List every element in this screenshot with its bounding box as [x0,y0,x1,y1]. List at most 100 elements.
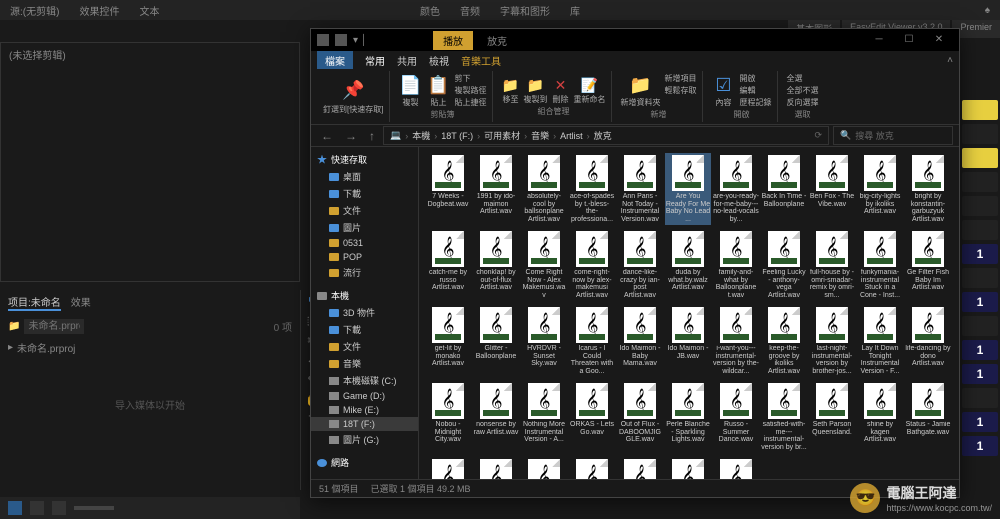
properties-icon[interactable]: ☑ [711,73,735,97]
file-item[interactable]: 𝄞The Bounce - Ben Fox.wav [521,457,567,479]
nav-pane[interactable]: 快速存取 桌面 下載 文件 圖片 0531 POP 流行 本機 3D 物件 下載… [311,147,419,479]
file-item[interactable]: 𝄞Ido Maimon - Baby Mama.wav [617,305,663,377]
file-item[interactable]: 𝄞dance-like-crazy by ian-post Artlist.wa… [617,229,663,301]
file-item[interactable]: 𝄞Steve Poloni - Zombie Funk.wav [425,457,471,479]
rename-icon[interactable]: 📝 [580,76,598,94]
thumb[interactable]: 1 [962,340,998,360]
ribbon-share[interactable]: 共用 [397,53,417,68]
file-item[interactable]: 𝄞Tell Me All The Lies Instrumental Versi… [473,457,519,479]
file-item[interactable]: 𝄞big-city-lights by ikoliks Artlist.wav [857,153,903,225]
context-tab[interactable]: 播放 [433,31,473,50]
nav-this-pc[interactable]: 本機 [311,287,418,304]
open-button[interactable]: 開啟 [739,73,771,84]
nav-item[interactable]: 桌面 [311,168,418,185]
effects-tab[interactable]: 效果 [71,294,91,311]
easyaccess-button[interactable]: 輕鬆存取 [664,85,696,96]
freeform-view-icon[interactable] [52,501,66,515]
nav-item[interactable]: 音樂 [311,355,418,372]
file-item[interactable]: 𝄞Nothing More Instrumental Version - A..… [521,381,567,453]
ribbon-collapse-icon[interactable]: ˄ [947,55,953,66]
file-item[interactable]: 𝄞Russo - Summer Dance.wav [713,381,759,453]
copy-icon[interactable]: 📄 [398,73,422,97]
nav-item[interactable]: 下載 [311,321,418,338]
file-item[interactable]: 𝄞Are You Ready For Me Baby No Lead ... [665,153,711,225]
file-item[interactable]: 𝄞i-want-you---instrumental-version by th… [713,305,759,377]
file-item[interactable]: 𝄞funkymania-instrumental Stuck in a Cone… [857,229,903,301]
nav-drive[interactable]: Game (D:) [311,389,418,403]
file-item[interactable]: 𝄞Ann Paris - Not Today - Instrumental Ve… [617,153,663,225]
close-button[interactable]: ✕ [925,31,953,49]
effects-controls-tab[interactable]: 效果控件 [79,3,119,18]
file-item[interactable]: 𝄞keep-the-groove by ikoliks Artlist.wav [761,305,807,377]
forward-button[interactable]: → [341,129,361,143]
nav-drive[interactable]: Mike (E:) [311,403,418,417]
file-item[interactable]: 𝄞Nobou - Midnight City.wav [425,381,471,453]
project-search[interactable] [24,319,84,334]
ribbon-view[interactable]: 檢視 [429,53,449,68]
nav-drive[interactable]: 本機磁碟 (C:) [311,372,418,389]
thumb[interactable]: 1 [962,412,998,432]
file-item[interactable]: 𝄞we-are-good-now by alex-makem [713,457,759,479]
back-button[interactable]: ← [317,129,337,143]
thumb[interactable] [962,268,998,288]
nav-item[interactable]: 0531 [311,236,418,250]
nav-quick-access[interactable]: 快速存取 [311,151,418,168]
file-item[interactable]: 𝄞full-house by -omri-smadar-remix by omr… [809,229,855,301]
moveto-icon[interactable]: 📁 [501,76,519,94]
source-tab[interactable]: 源:(无剪辑) [10,3,59,18]
copyto-icon[interactable]: 📁 [526,76,544,94]
file-item[interactable]: 𝄞Top Gun Disco - John Coggins.wav [569,457,615,479]
file-item[interactable]: 𝄞bright by konstantin-garbuzyuk Artlist.… [905,153,951,225]
selectnone-button[interactable]: 全部不選 [786,85,818,96]
pasteshortcut-button[interactable]: 貼上捷徑 [454,97,486,108]
file-item[interactable]: 𝄞Ge Filter Fish Baby Im Artlist.wav [905,229,951,301]
file-item[interactable]: 𝄞HVRDVR - Sunset Sky.wav [521,305,567,377]
zoom-slider[interactable] [74,506,114,510]
ribbon-tools[interactable]: 音樂工具 [461,53,501,68]
maximize-button[interactable]: ☐ [895,31,923,49]
import-hint[interactable]: 导入媒体以开始 [0,397,300,412]
file-item[interactable]: 𝄞duda by what.by.walz Artlist.wav [665,229,711,301]
ribbon-home[interactable]: 常用 [365,53,385,68]
file-item[interactable]: 𝄞Back In Time - Balloonplane [761,153,807,225]
edit-button[interactable]: 編輯 [739,85,771,96]
file-item[interactable]: 𝄞Glitter - Balloonplane [473,305,519,377]
thumb[interactable]: 1 [962,364,998,384]
file-item[interactable]: 𝄞Ido Maimon - JB.wav [665,305,711,377]
file-item[interactable]: 𝄞Seth Parson Queensland. [809,381,855,453]
titlebar[interactable]: ▾ │ 播放 放克 ─ ☐ ✕ [311,29,959,51]
file-item[interactable]: 𝄞family-and-what by Balloonplane t.wav [713,229,759,301]
file-item[interactable]: 𝄞Icarus - I Could Threaten with a Goo... [569,305,615,377]
ribbon-file[interactable]: 檔案 [317,51,353,70]
library-tab[interactable]: 库 [570,3,580,18]
thumb[interactable] [962,124,998,144]
history-button[interactable]: 歷程記錄 [739,97,771,108]
nav-network[interactable]: 網路 [311,454,418,471]
thumb[interactable] [962,100,998,120]
file-item[interactable]: 𝄞chonklap! by out-of-flux Artlist.wav [473,229,519,301]
bin-chevron-icon[interactable]: ▸ [8,342,13,353]
nav-drive[interactable]: 18T (F:) [311,417,418,431]
thumb[interactable]: 1 [962,292,998,312]
text-tab[interactable]: 文本 [139,3,159,18]
nav-item[interactable]: 下載 [311,185,418,202]
color-tab[interactable]: 颜色 [420,3,440,18]
file-item[interactable]: 𝄞get-lit by monako Artlist.wav [425,305,471,377]
captions-tab[interactable]: 字幕和图形 [500,3,550,18]
pin-icon[interactable]: 📌 [341,79,365,103]
paste-icon[interactable]: 📋 [426,73,450,97]
file-item[interactable]: 𝄞1991 by ido-maimon Artlist.wav [473,153,519,225]
nav-drive[interactable]: 圖片 (G:) [311,431,418,448]
file-item[interactable]: 𝄞life-dancing by dono Artlist.wav [905,305,951,377]
file-item[interactable]: 𝄞shine by kagen Artlist.wav [857,381,903,453]
file-item[interactable]: 𝄞Feeling Lucky - anthony-vega Artlist.wa… [761,229,807,301]
copypath-button[interactable]: 複製路徑 [454,85,486,96]
nav-item[interactable]: 文件 [311,202,418,219]
thumb[interactable] [962,148,998,168]
file-item[interactable]: 𝄞Uptown Getdown - Milano.wav [617,457,663,479]
address-bar[interactable]: 💻› 本機› 18T (F:)› 可用素材› 音樂› Artlist› 放克 ⟳ [383,126,829,145]
file-item[interactable]: 𝄞Out of Flux - DABOOMJIGGLE.wav [617,381,663,453]
list-view-icon[interactable] [8,501,22,515]
minimize-button[interactable]: ─ [865,31,893,49]
cut-button[interactable]: 剪下 [454,73,486,84]
